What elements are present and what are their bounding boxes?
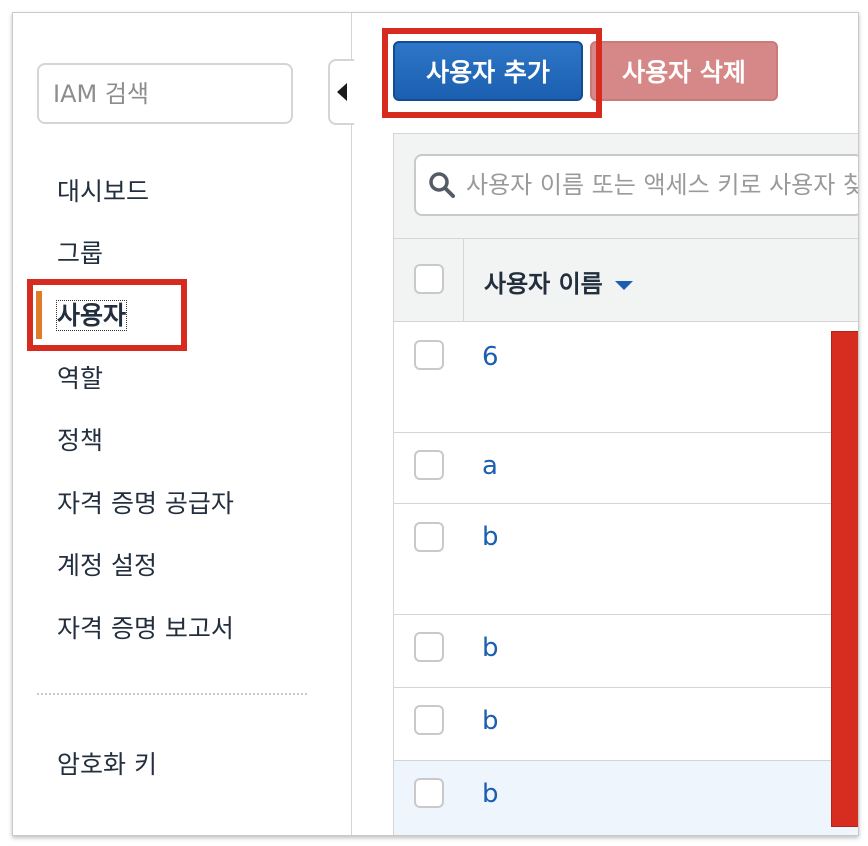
column-header-username[interactable]: 사용자 이름 <box>484 264 633 299</box>
sidebar-divider <box>37 693 307 695</box>
table-toolbar <box>394 134 858 239</box>
search-icon <box>429 172 455 198</box>
sidebar-item-identity-providers[interactable]: 자격 증명 공급자 <box>57 487 234 521</box>
select-all-checkbox[interactable] <box>414 264 444 294</box>
redaction-block <box>831 331 858 827</box>
column-divider <box>463 239 464 321</box>
delete-user-button[interactable]: 사용자 삭제 <box>590 41 778 101</box>
sidebar-item-account-settings[interactable]: 계정 설정 <box>57 549 157 583</box>
table-row: b <box>394 615 858 688</box>
username-link[interactable]: 6 <box>482 342 499 372</box>
username-link[interactable]: b <box>482 633 499 663</box>
sidebar: 대시보드 그룹 사용자 역할 정책 자격 증명 공급자 계정 설정 자격 증명 … <box>13 13 352 835</box>
main-content: 사용자 추가 사용자 삭제 사용자 이름 또는 액세스 키로 사용자 찾기 사용… <box>352 13 858 835</box>
table-row: a <box>394 433 858 504</box>
sidebar-collapse-toggle[interactable] <box>328 59 354 125</box>
caret-left-icon <box>337 83 347 101</box>
row-checkbox[interactable] <box>414 340 444 370</box>
sidebar-item-groups[interactable]: 그룹 <box>57 237 103 271</box>
sidebar-item-encryption-keys[interactable]: 암호화 키 <box>57 748 157 782</box>
table-row: b <box>394 688 858 761</box>
username-link[interactable]: b <box>482 706 499 736</box>
users-highlight-box <box>27 279 187 351</box>
sidebar-item-policies[interactable]: 정책 <box>57 424 103 458</box>
iam-search-field[interactable] <box>37 63 293 124</box>
iam-search-input[interactable] <box>39 65 291 122</box>
row-checkbox[interactable] <box>414 705 444 735</box>
sidebar-item-dashboard[interactable]: 대시보드 <box>57 175 149 209</box>
user-filter-field[interactable] <box>414 154 858 216</box>
row-checkbox[interactable] <box>414 778 444 808</box>
user-filter-input[interactable] <box>456 156 858 214</box>
username-link[interactable]: b <box>482 522 499 552</box>
row-checkbox[interactable] <box>414 522 444 552</box>
table-header-row: 사용자 이름 <box>394 239 858 322</box>
row-checkbox[interactable] <box>414 632 444 662</box>
sort-descending-icon[interactable] <box>614 280 633 290</box>
column-header-label: 사용자 이름 <box>484 270 603 298</box>
sidebar-item-roles[interactable]: 역할 <box>57 362 103 396</box>
username-link[interactable]: a <box>482 451 498 481</box>
table-row: b m <box>394 504 858 615</box>
add-user-highlight-box <box>382 28 602 118</box>
row-checkbox[interactable] <box>414 450 444 480</box>
users-table: 사용자 이름 6 a b m b b <box>393 133 858 835</box>
iam-console-window: 대시보드 그룹 사용자 역할 정책 자격 증명 공급자 계정 설정 자격 증명 … <box>12 12 859 836</box>
table-row: b <box>394 761 858 835</box>
table-row: 6 <box>394 322 858 433</box>
sidebar-item-credential-report[interactable]: 자격 증명 보고서 <box>57 612 234 646</box>
username-link[interactable]: b <box>482 779 499 809</box>
